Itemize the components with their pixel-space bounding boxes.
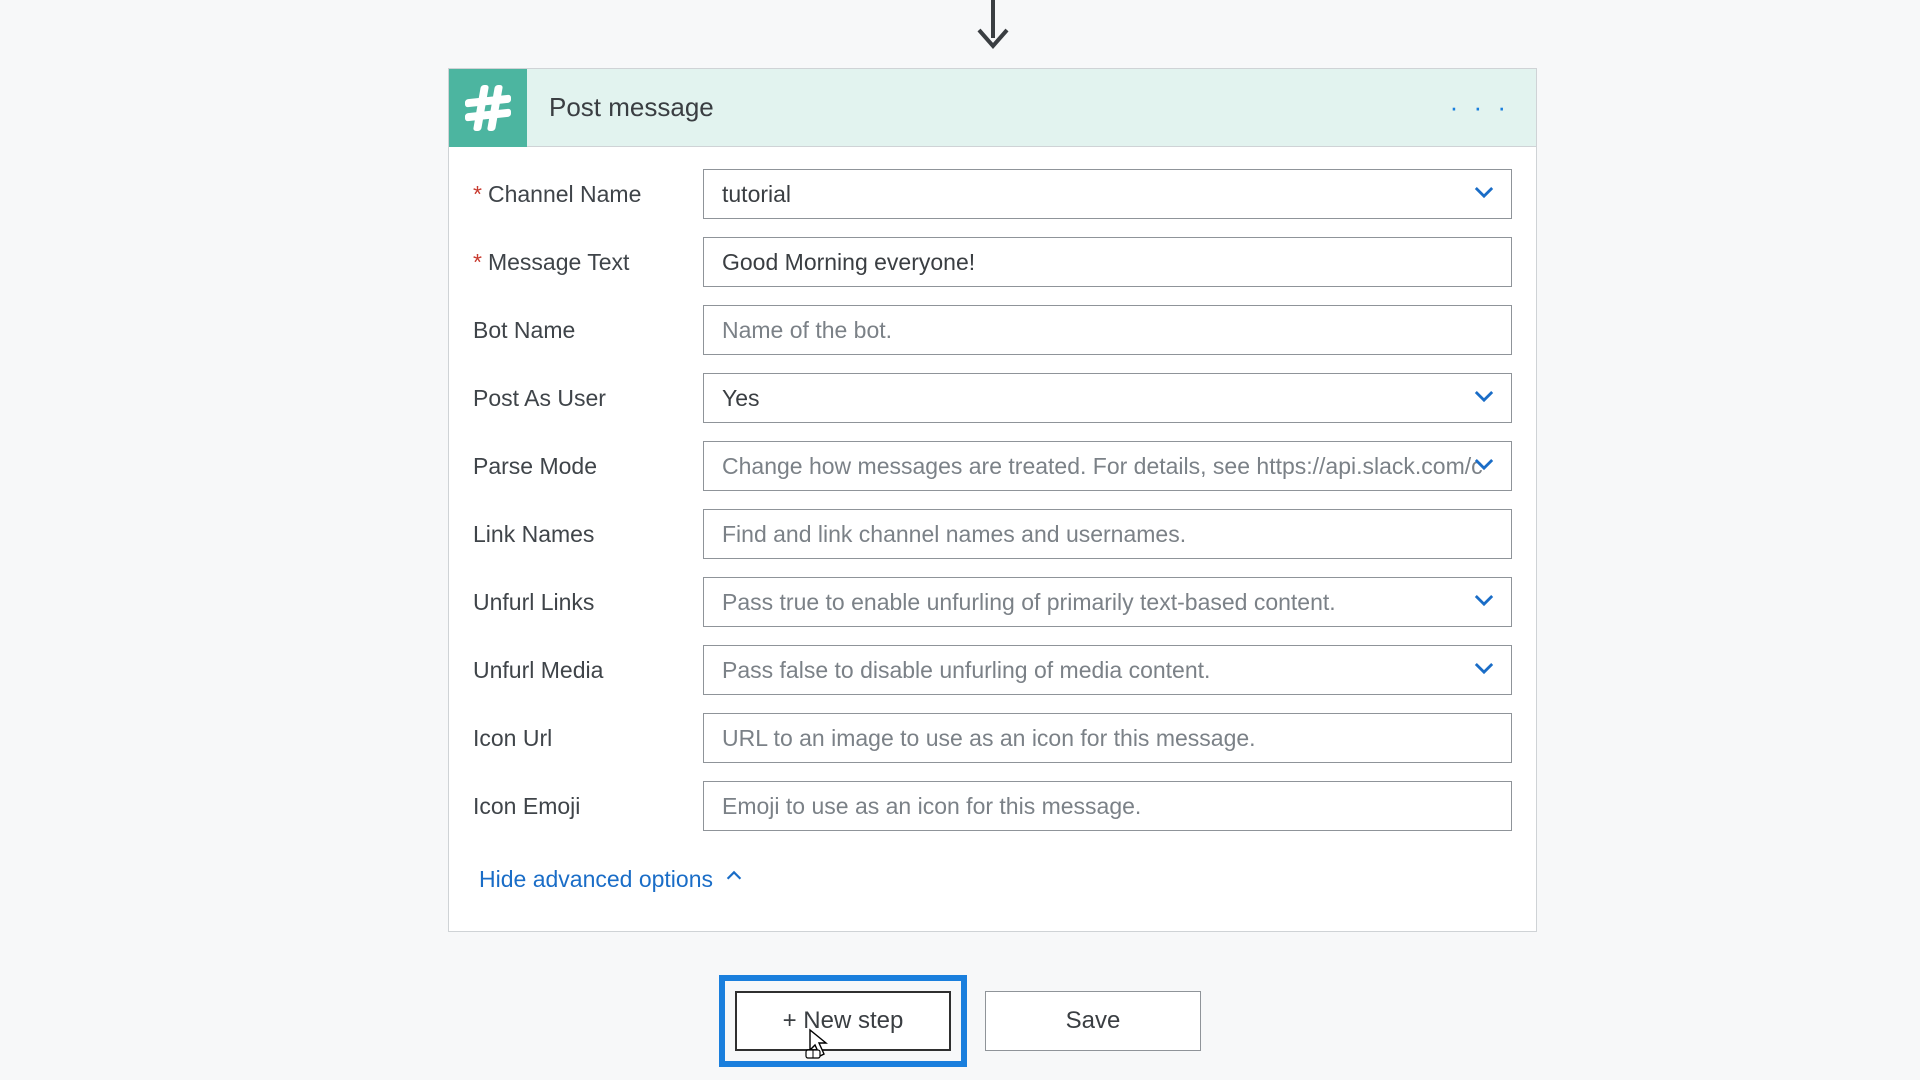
unfurl-media-label: Unfurl Media [473, 657, 703, 684]
bot-name-input[interactable]: Name of the bot. [703, 305, 1512, 355]
flow-arrow-down-icon [975, 0, 1011, 65]
post-as-user-select[interactable]: Yes [703, 373, 1512, 423]
bot-name-label: Bot Name [473, 317, 703, 344]
post-as-user-label: Post As User [473, 385, 703, 412]
parse-mode-label: Parse Mode [473, 453, 703, 480]
unfurl-media-select[interactable]: Pass false to disable unfurling of media… [703, 645, 1512, 695]
channel-name-select[interactable]: tutorial [703, 169, 1512, 219]
parse-mode-select[interactable]: Change how messages are treated. For det… [703, 441, 1512, 491]
message-text-label: *Message Text [473, 249, 703, 276]
card-menu-button[interactable]: · · · [1450, 92, 1536, 123]
message-text-input[interactable]: Good Morning everyone! [703, 237, 1512, 287]
unfurl-links-select[interactable]: Pass true to enable unfurling of primari… [703, 577, 1512, 627]
icon-emoji-input[interactable]: Emoji to use as an icon for this message… [703, 781, 1512, 831]
unfurl-links-label: Unfurl Links [473, 589, 703, 616]
channel-name-label: *Channel Name [473, 181, 703, 208]
icon-emoji-label: Icon Emoji [473, 793, 703, 820]
card-header[interactable]: Post message · · · [449, 69, 1536, 147]
link-names-label: Link Names [473, 521, 703, 548]
new-step-highlight: + New step [719, 975, 967, 1067]
post-message-card: Post message · · · *Channel Name tutoria… [448, 68, 1537, 932]
chevron-up-icon [723, 865, 745, 893]
icon-url-input[interactable]: URL to an image to use as an icon for th… [703, 713, 1512, 763]
new-step-button[interactable]: + New step [735, 991, 951, 1051]
card-body: *Channel Name tutorial *Message Text [449, 147, 1536, 931]
link-names-input[interactable]: Find and link channel names and username… [703, 509, 1512, 559]
icon-url-label: Icon Url [473, 725, 703, 752]
hide-advanced-options-link[interactable]: Hide advanced options [473, 849, 1512, 923]
slack-hash-icon [449, 69, 527, 147]
card-title: Post message [527, 92, 1450, 123]
save-button[interactable]: Save [985, 991, 1201, 1051]
